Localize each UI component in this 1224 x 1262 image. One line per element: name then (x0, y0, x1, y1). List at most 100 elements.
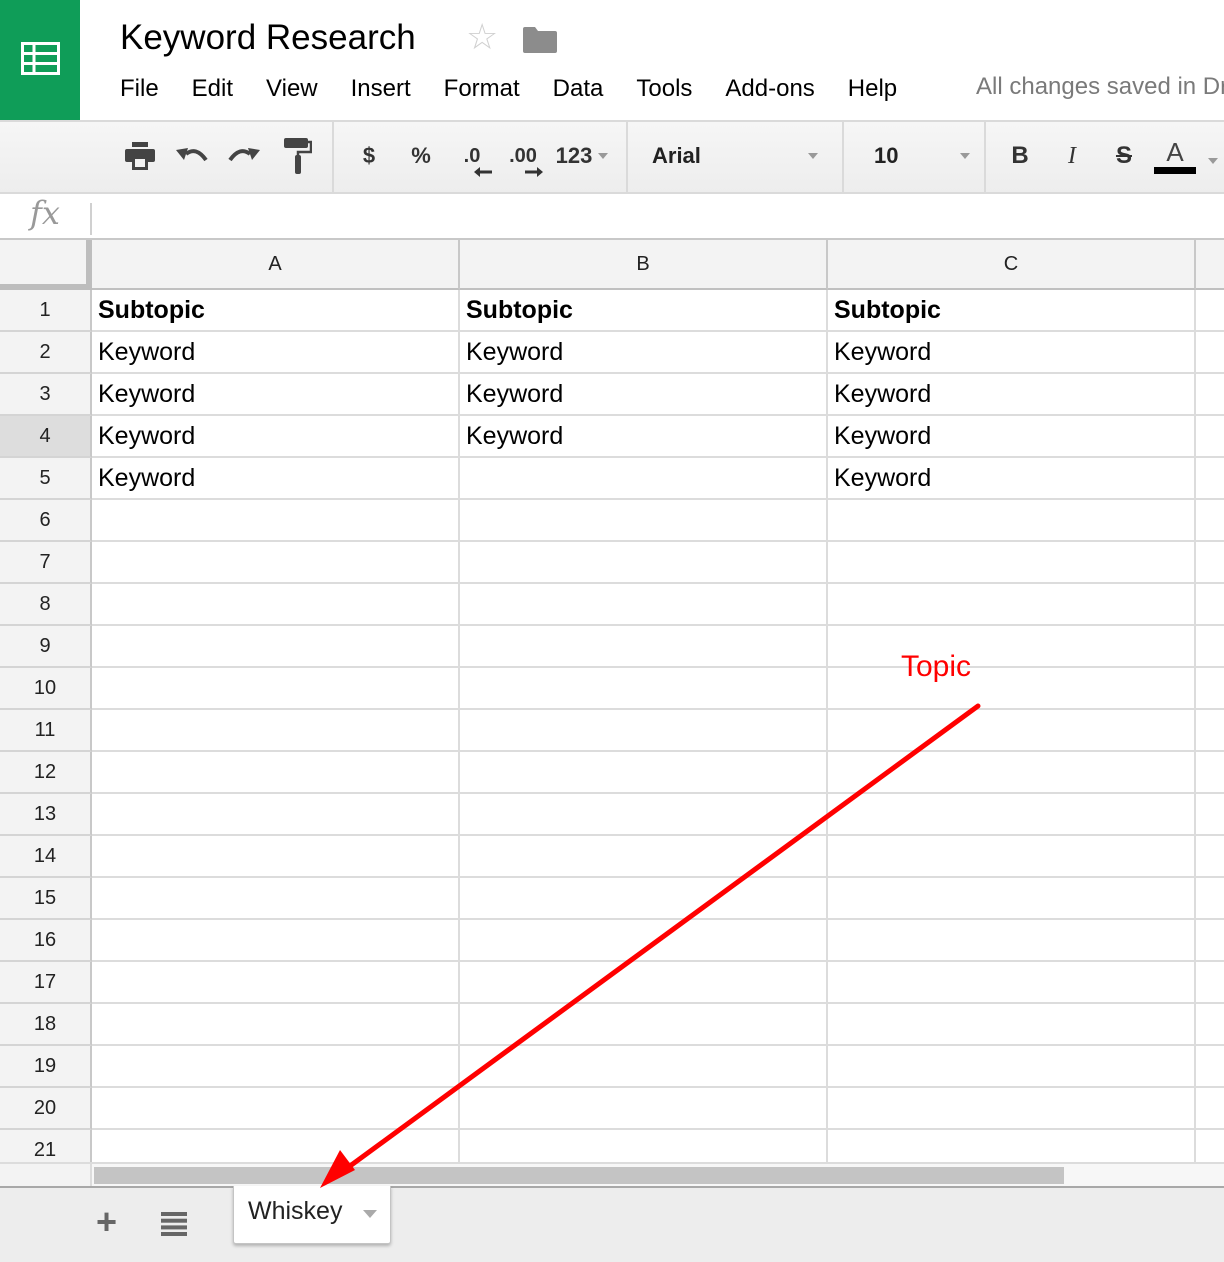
cell-c20[interactable] (828, 1088, 1196, 1130)
menu-file[interactable]: File (120, 75, 159, 103)
row-header-20[interactable]: 20 (0, 1088, 92, 1130)
cell-d1[interactable] (1196, 290, 1224, 332)
cell-a17[interactable] (92, 962, 460, 1004)
cell-c9[interactable] (828, 626, 1196, 668)
row-header-11[interactable]: 11 (0, 710, 92, 752)
row-header-3[interactable]: 3 (0, 374, 92, 416)
row-header-19[interactable]: 19 (0, 1046, 92, 1088)
cell-a18[interactable] (92, 1004, 460, 1046)
cell-d10[interactable] (1196, 668, 1224, 710)
cell-c14[interactable] (828, 836, 1196, 878)
cell-d3[interactable] (1196, 374, 1224, 416)
column-header-d[interactable] (1196, 240, 1224, 290)
cell-b4[interactable]: Keyword (460, 416, 828, 458)
column-header-c[interactable]: C (828, 240, 1196, 290)
cell-b17[interactable] (460, 962, 828, 1004)
cell-d17[interactable] (1196, 962, 1224, 1004)
undo-button[interactable] (174, 136, 210, 176)
star-outline-icon[interactable]: ☆ (466, 19, 498, 55)
row-header-13[interactable]: 13 (0, 794, 92, 836)
cell-c12[interactable] (828, 752, 1196, 794)
cell-b12[interactable] (460, 752, 828, 794)
menu-data[interactable]: Data (553, 75, 604, 103)
cell-c3[interactable]: Keyword (828, 374, 1196, 416)
scrollbar-thumb[interactable] (94, 1167, 1064, 1184)
cell-c2[interactable]: Keyword (828, 332, 1196, 374)
cell-d18[interactable] (1196, 1004, 1224, 1046)
cell-d15[interactable] (1196, 878, 1224, 920)
cell-c17[interactable] (828, 962, 1196, 1004)
cell-b19[interactable] (460, 1046, 828, 1088)
select-all-corner[interactable] (0, 240, 92, 290)
cell-a21[interactable] (92, 1130, 460, 1162)
chevron-down-icon[interactable] (363, 1210, 377, 1218)
strikethrough-button[interactable]: S (1110, 136, 1138, 176)
row-header-6[interactable]: 6 (0, 500, 92, 542)
cell-c4[interactable]: Keyword (828, 416, 1196, 458)
cell-c8[interactable] (828, 584, 1196, 626)
percent-format-button[interactable]: % (404, 136, 438, 176)
cell-b2[interactable]: Keyword (460, 332, 828, 374)
cell-a3[interactable]: Keyword (92, 374, 460, 416)
cell-a1[interactable]: Subtopic (92, 290, 460, 332)
cell-c13[interactable] (828, 794, 1196, 836)
row-header-5[interactable]: 5 (0, 458, 92, 500)
cell-c10[interactable] (828, 668, 1196, 710)
cell-c5[interactable]: Keyword (828, 458, 1196, 500)
row-header-2[interactable]: 2 (0, 332, 92, 374)
cell-d12[interactable] (1196, 752, 1224, 794)
column-header-b[interactable]: B (460, 240, 828, 290)
cell-d20[interactable] (1196, 1088, 1224, 1130)
row-header-17[interactable]: 17 (0, 962, 92, 1004)
horizontal-scrollbar[interactable] (0, 1162, 1224, 1186)
cell-c15[interactable] (828, 878, 1196, 920)
save-status[interactable]: All changes saved in Drive (976, 73, 1224, 101)
cell-a8[interactable] (92, 584, 460, 626)
row-header-9[interactable]: 9 (0, 626, 92, 668)
cell-d13[interactable] (1196, 794, 1224, 836)
row-header-7[interactable]: 7 (0, 542, 92, 584)
cell-a11[interactable] (92, 710, 460, 752)
sheets-logo[interactable] (0, 0, 80, 120)
menu-insert[interactable]: Insert (351, 75, 411, 103)
cell-a6[interactable] (92, 500, 460, 542)
cell-d9[interactable] (1196, 626, 1224, 668)
cell-a14[interactable] (92, 836, 460, 878)
row-header-12[interactable]: 12 (0, 752, 92, 794)
cell-c11[interactable] (828, 710, 1196, 752)
increase-decimal-button[interactable]: .00 (502, 136, 544, 177)
redo-button[interactable] (226, 136, 262, 176)
sheet-tab-whiskey[interactable]: Whiskey (233, 1186, 391, 1244)
list-icon[interactable] (161, 1212, 187, 1236)
folder-icon[interactable] (523, 27, 557, 53)
cell-b8[interactable] (460, 584, 828, 626)
cell-b15[interactable] (460, 878, 828, 920)
row-header-14[interactable]: 14 (0, 836, 92, 878)
row-header-10[interactable]: 10 (0, 668, 92, 710)
row-header-8[interactable]: 8 (0, 584, 92, 626)
cell-b20[interactable] (460, 1088, 828, 1130)
cell-c1[interactable]: Subtopic (828, 290, 1196, 332)
cell-b1[interactable]: Subtopic (460, 290, 828, 332)
font-size-select[interactable]: 10 (874, 136, 974, 176)
cell-c16[interactable] (828, 920, 1196, 962)
cell-b10[interactable] (460, 668, 828, 710)
cell-d6[interactable] (1196, 500, 1224, 542)
cell-d11[interactable] (1196, 710, 1224, 752)
cell-b13[interactable] (460, 794, 828, 836)
formula-input[interactable] (100, 200, 1200, 234)
cell-b16[interactable] (460, 920, 828, 962)
cell-b3[interactable]: Keyword (460, 374, 828, 416)
menu-addons[interactable]: Add-ons (725, 75, 814, 103)
cell-b6[interactable] (460, 500, 828, 542)
cell-a4[interactable]: Keyword (92, 416, 460, 458)
cell-d19[interactable] (1196, 1046, 1224, 1088)
cell-b11[interactable] (460, 710, 828, 752)
cell-a7[interactable] (92, 542, 460, 584)
cell-b9[interactable] (460, 626, 828, 668)
document-title[interactable]: Keyword Research (120, 18, 416, 58)
cell-d8[interactable] (1196, 584, 1224, 626)
decrease-decimal-button[interactable]: .0 (452, 136, 492, 177)
cell-a5[interactable]: Keyword (92, 458, 460, 500)
cell-a13[interactable] (92, 794, 460, 836)
